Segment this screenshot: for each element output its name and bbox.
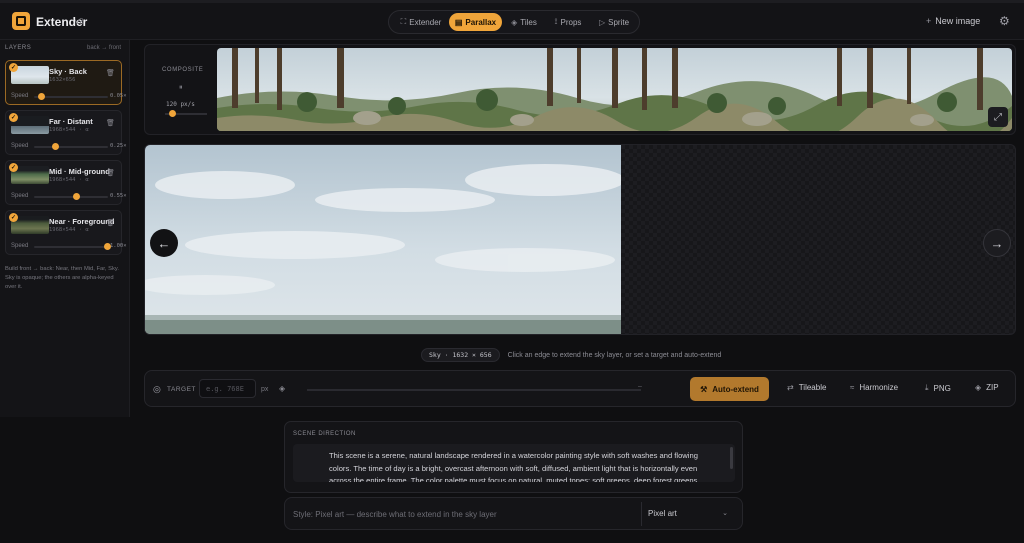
expand-frame-icon: ⛶: [400, 17, 407, 26]
composite-preview: COMPOSITE ⏸ 120 px/s ⤢: [144, 44, 1016, 135]
trash-icon[interactable]: 🗑: [106, 169, 115, 177]
arrow-left-icon[interactable]: ←: [150, 229, 178, 257]
layer-sky[interactable]: ✓ Sky · Back 1632×656 🗑 Speed 0.05×: [5, 60, 127, 105]
status-hint: Click an edge to extend the sky layer, o…: [507, 351, 722, 359]
layer-name: Near · Foreground: [49, 217, 115, 226]
speed-label: Speed: [11, 93, 29, 99]
wand-icon: ⚒: [700, 384, 708, 394]
arrow-right-icon[interactable]: →: [983, 229, 1011, 257]
pause-icon[interactable]: ⏸: [179, 84, 183, 92]
target-label: TARGET: [167, 386, 196, 393]
layer-name: Far · Distant: [49, 117, 93, 126]
layers-order: back → front: [86, 45, 121, 51]
trash-icon[interactable]: 🗑: [106, 119, 115, 127]
scene-direction-label: SCENE DIRECTION: [293, 431, 356, 437]
gear-icon[interactable]: ⚙: [999, 14, 1010, 28]
check-icon[interactable]: ✓: [9, 163, 18, 172]
wave-icon: ≈: [850, 383, 855, 392]
props-icon: ⟟: [554, 17, 558, 26]
mode-parallax[interactable]: ▤ Parallax: [449, 13, 502, 31]
download-icon: ⤓: [925, 383, 929, 392]
archive-icon: ◈: [975, 383, 982, 392]
dash-icon: –: [638, 383, 642, 390]
harmonize-button[interactable]: ≈ Harmonize: [850, 383, 898, 392]
speed-knob[interactable]: [72, 193, 80, 200]
speed-value: 0.55×: [110, 193, 127, 199]
trash-icon[interactable]: 🗑: [106, 219, 115, 227]
layer-dims: 1968×544 · α: [49, 227, 89, 233]
layer-dims: 1968×544 · α: [49, 127, 89, 133]
style-prompt-row: Pixel art ⌄: [284, 497, 743, 530]
speed-track[interactable]: [34, 196, 108, 198]
speed-value: 0.25×: [110, 143, 127, 149]
speed-track[interactable]: [34, 246, 108, 248]
layer-near[interactable]: ✓ Near · Foreground 1968×544 · α 🗑 Speed…: [5, 210, 127, 255]
layers-note: Build front → back: Near, then Mid, Far,…: [5, 266, 119, 290]
speed-label: Speed: [11, 143, 29, 149]
speed-label: Speed: [11, 193, 29, 199]
expand-icon[interactable]: ⤢: [988, 107, 1008, 127]
target-unit: px: [261, 386, 269, 393]
speed-track[interactable]: [34, 96, 108, 98]
check-icon[interactable]: ✓: [9, 113, 18, 122]
rate-knob[interactable]: [169, 110, 176, 117]
scene-direction-panel: SCENE DIRECTION This scene is a serene, …: [284, 421, 743, 493]
mode-tiles[interactable]: ◈ Tiles: [504, 13, 544, 31]
status-line: Sky · 1632 × 656 Click an edge to extend…: [421, 348, 721, 362]
tileable-button[interactable]: ⇄ Tileable: [787, 383, 826, 392]
scrollbar[interactable]: [730, 447, 733, 469]
plus-icon: +: [926, 16, 932, 26]
sky-layer-image: [145, 145, 625, 334]
layer-name: Sky · Back: [49, 67, 87, 76]
auto-extend-button[interactable]: ⚒ Auto-extend: [690, 377, 769, 401]
mode-props[interactable]: ⟟ Props: [546, 13, 590, 31]
app-logo-icon: [12, 12, 30, 30]
layers-bars-icon: ▤: [454, 17, 463, 27]
layers-stack-icon[interactable]: ◈: [279, 384, 285, 393]
cycle-icon: ⇄: [787, 383, 794, 392]
new-image-button[interactable]: + New image: [926, 16, 980, 26]
layer-dims: 1968×544 · α: [49, 177, 89, 183]
top-bar: Extender v2 ⛶ Extender ▤ Parallax ◈ Tiles ⟟…: [0, 0, 1024, 40]
trash-icon[interactable]: 🗑: [106, 69, 115, 77]
mode-switcher: ⛶ Extender ▤ Parallax ◈ Tiles ⟟ Props ▷ Sprit…: [388, 10, 640, 34]
extend-toolbar: ◎ TARGET px ◈ – ⚒Auto-extend ⇄Tileable ≈…: [144, 370, 1016, 407]
app-version: v2: [75, 17, 84, 26]
speed-track[interactable]: [34, 146, 108, 148]
layer-canvas[interactable]: ← →: [144, 144, 1016, 335]
speed-value: 0.05×: [110, 93, 127, 99]
target-icon: ◎: [153, 384, 161, 394]
target-progress-track: [307, 389, 641, 391]
chevron-down-icon: ⌄: [722, 510, 728, 517]
mode-extender[interactable]: ⛶ Extender: [393, 13, 449, 31]
style-prompt-input[interactable]: [293, 504, 633, 524]
target-input[interactable]: [199, 379, 256, 398]
layer-dims: 1632×656: [49, 77, 76, 83]
composite-label: COMPOSITE: [162, 67, 204, 73]
layer-size-chip: Sky · 1632 × 656: [421, 348, 500, 362]
play-icon: ▷: [598, 17, 606, 27]
speed-knob[interactable]: [51, 143, 59, 150]
layers-heading: LAYERS: [5, 45, 32, 51]
composite-rate: 120 px/s: [166, 101, 195, 108]
style-select[interactable]: Pixel art ⌄: [648, 509, 736, 518]
composite-image: [217, 48, 1012, 131]
divider: [641, 502, 642, 526]
layers-sidebar: LAYERS back → front ✓ Sky · Back 1632×65…: [0, 40, 130, 417]
tiles-icon: ◈: [511, 17, 518, 27]
speed-label: Speed: [11, 243, 29, 249]
layer-name: Mid · Mid-ground: [49, 167, 110, 176]
png-button[interactable]: ⤓ PNG: [925, 383, 951, 393]
zip-button[interactable]: ◈ ZIP: [975, 383, 999, 392]
layer-far[interactable]: ✓ Far · Distant 1968×544 · α 🗑 Speed 0.2…: [5, 110, 127, 155]
check-icon[interactable]: ✓: [9, 213, 18, 222]
check-icon[interactable]: ✓: [9, 63, 18, 72]
mode-sprite[interactable]: ▷ Sprite: [592, 13, 636, 31]
layer-mid[interactable]: ✓ Mid · Mid-ground 1968×544 · α 🗑 Speed …: [5, 160, 127, 205]
speed-knob[interactable]: [37, 93, 45, 100]
scene-direction-text[interactable]: This scene is a serene, natural landscap…: [293, 444, 735, 482]
speed-value: 1.00×: [110, 243, 127, 249]
